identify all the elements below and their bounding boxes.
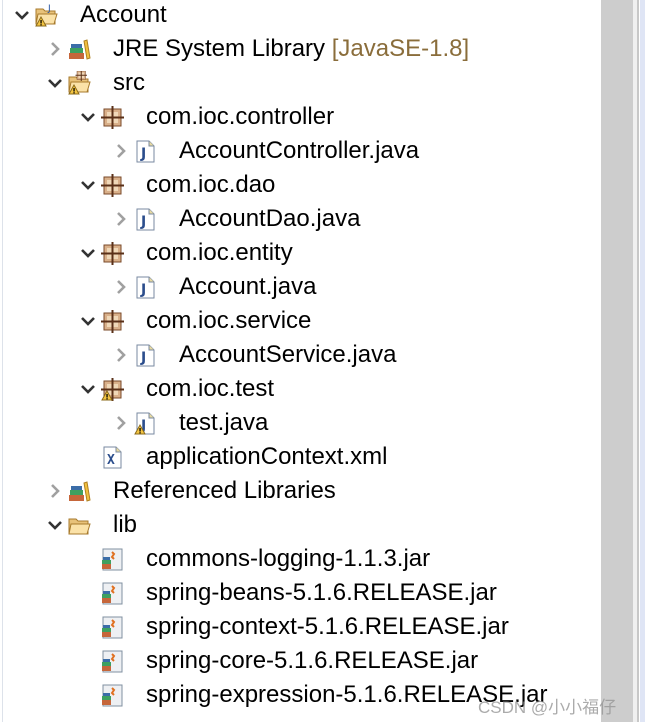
chevron-right-icon[interactable] [111,277,131,297]
jar-file-icon [100,649,124,673]
chevron-right-icon[interactable] [111,413,131,433]
tree-item-decoration: [JavaSE-1.8] [331,35,470,62]
chevron-right-icon[interactable] [111,345,131,365]
chevron-down-icon[interactable] [78,379,98,399]
jar-file-icon [100,683,124,707]
tree-item[interactable]: Referenced Libraries [0,474,600,508]
tree-item-label: Account.java [179,273,317,300]
library-icon [67,37,91,61]
java-file-icon: J [133,207,157,231]
tree-item-label: AccountDao.java [179,205,361,232]
jar-file-icon [100,615,124,639]
tree-item[interactable]: commons-logging-1.1.3.jar [0,542,600,576]
package-icon [100,241,124,265]
java-file-icon: J [133,139,157,163]
package-icon [100,309,124,333]
java-file-icon: J [133,343,157,367]
chevron-right-icon[interactable] [111,209,131,229]
tree-item[interactable]: com.ioc.service [0,304,600,338]
tree-item-label: lib [113,511,138,538]
chevron-down-icon[interactable] [78,243,98,263]
tree-item-label: AccountService.java [179,341,397,368]
tree-item[interactable]: Jtest.java [0,406,600,440]
chevron-right-icon[interactable] [111,141,131,161]
tree-item[interactable]: J AccountService.java [0,338,600,372]
tree-item[interactable]: com.ioc.controller [0,100,600,134]
tree-item[interactable]: JRE System Library [JavaSE-1.8] [0,32,600,66]
jar-file-icon [100,581,124,605]
tree-item[interactable]: J Account [0,0,600,32]
svg-text:J: J [140,282,146,298]
tree-item-label: spring-context-5.1.6.RELEASE.jar [146,613,509,640]
library-icon [67,479,91,503]
chevron-down-icon[interactable] [45,73,65,93]
vertical-scrollbar[interactable] [601,0,633,722]
tree-item-label: test.java [179,409,269,436]
package-icon [100,105,124,129]
tree-item[interactable]: XapplicationContext.xml [0,440,600,474]
chevron-down-icon[interactable] [78,107,98,127]
tree-item-label: Referenced Libraries [113,477,336,504]
tree-item[interactable]: src [0,66,600,100]
tree-item-label: com.ioc.dao [146,171,276,198]
watermark: CSDN @小小福仔 [478,698,617,717]
tree-item[interactable]: spring-beans-5.1.6.RELEASE.jar [0,576,600,610]
chevron-down-icon[interactable] [12,5,32,25]
tree-item[interactable]: spring-context-5.1.6.RELEASE.jar [0,610,600,644]
tree-item-label: applicationContext.xml [146,443,388,470]
chevron-down-icon[interactable] [45,515,65,535]
svg-text:J: J [140,350,146,366]
tree-item-label: commons-logging-1.1.3.jar [146,545,431,572]
tree-item[interactable]: spring-core-5.1.6.RELEASE.jar [0,644,600,678]
adjacent-panel-edge [640,0,645,722]
svg-text:J: J [140,146,146,162]
java-file-icon: J [133,275,157,299]
java-file-warning-icon: J [133,411,157,435]
tree-item-label: Account [80,1,167,28]
tree-item[interactable]: J Account.java [0,270,600,304]
tree-item-label: com.ioc.entity [146,239,293,266]
tree-item-label: com.ioc.controller [146,103,335,130]
tree-item-text: JRE System Library [JavaSE-1.8] [113,33,469,65]
jar-file-icon [100,547,124,571]
tree-item-label: spring-beans-5.1.6.RELEASE.jar [146,579,497,606]
tree-item[interactable]: com.ioc.test [0,372,600,406]
chevron-right-icon[interactable] [45,481,65,501]
svg-text:X: X [107,453,115,468]
tree-item[interactable]: J AccountDao.java [0,202,600,236]
project-explorer-tree[interactable]: J Account JRE System Library [JavaSE-1.8] s… [0,0,600,712]
source-folder-warning-icon [67,69,91,95]
svg-text:J: J [140,214,146,230]
chevron-down-icon[interactable] [78,175,98,195]
tree-item-label: src [113,69,145,96]
svg-text:J: J [47,4,51,14]
package-warning-icon [100,377,124,401]
tree-item[interactable]: com.ioc.dao [0,168,600,202]
tree-item-label: AccountController.java [179,137,420,164]
tree-item-label: JRE System Library [113,35,326,62]
tree-item[interactable]: lib [0,508,600,542]
chevron-down-icon[interactable] [78,311,98,331]
xml-file-icon: X [100,445,124,469]
chevron-right-icon[interactable] [45,39,65,59]
folder-open-icon [67,513,91,537]
tree-item-label: com.ioc.test [146,375,275,402]
divider [637,0,639,722]
tree-item-label: spring-core-5.1.6.RELEASE.jar [146,647,479,674]
package-icon [100,173,124,197]
tree-item[interactable]: J AccountController.java [0,134,600,168]
tree-item-label: com.ioc.service [146,307,312,334]
tree-item[interactable]: com.ioc.entity [0,236,600,270]
project-folder-warning-icon: J [34,3,58,27]
